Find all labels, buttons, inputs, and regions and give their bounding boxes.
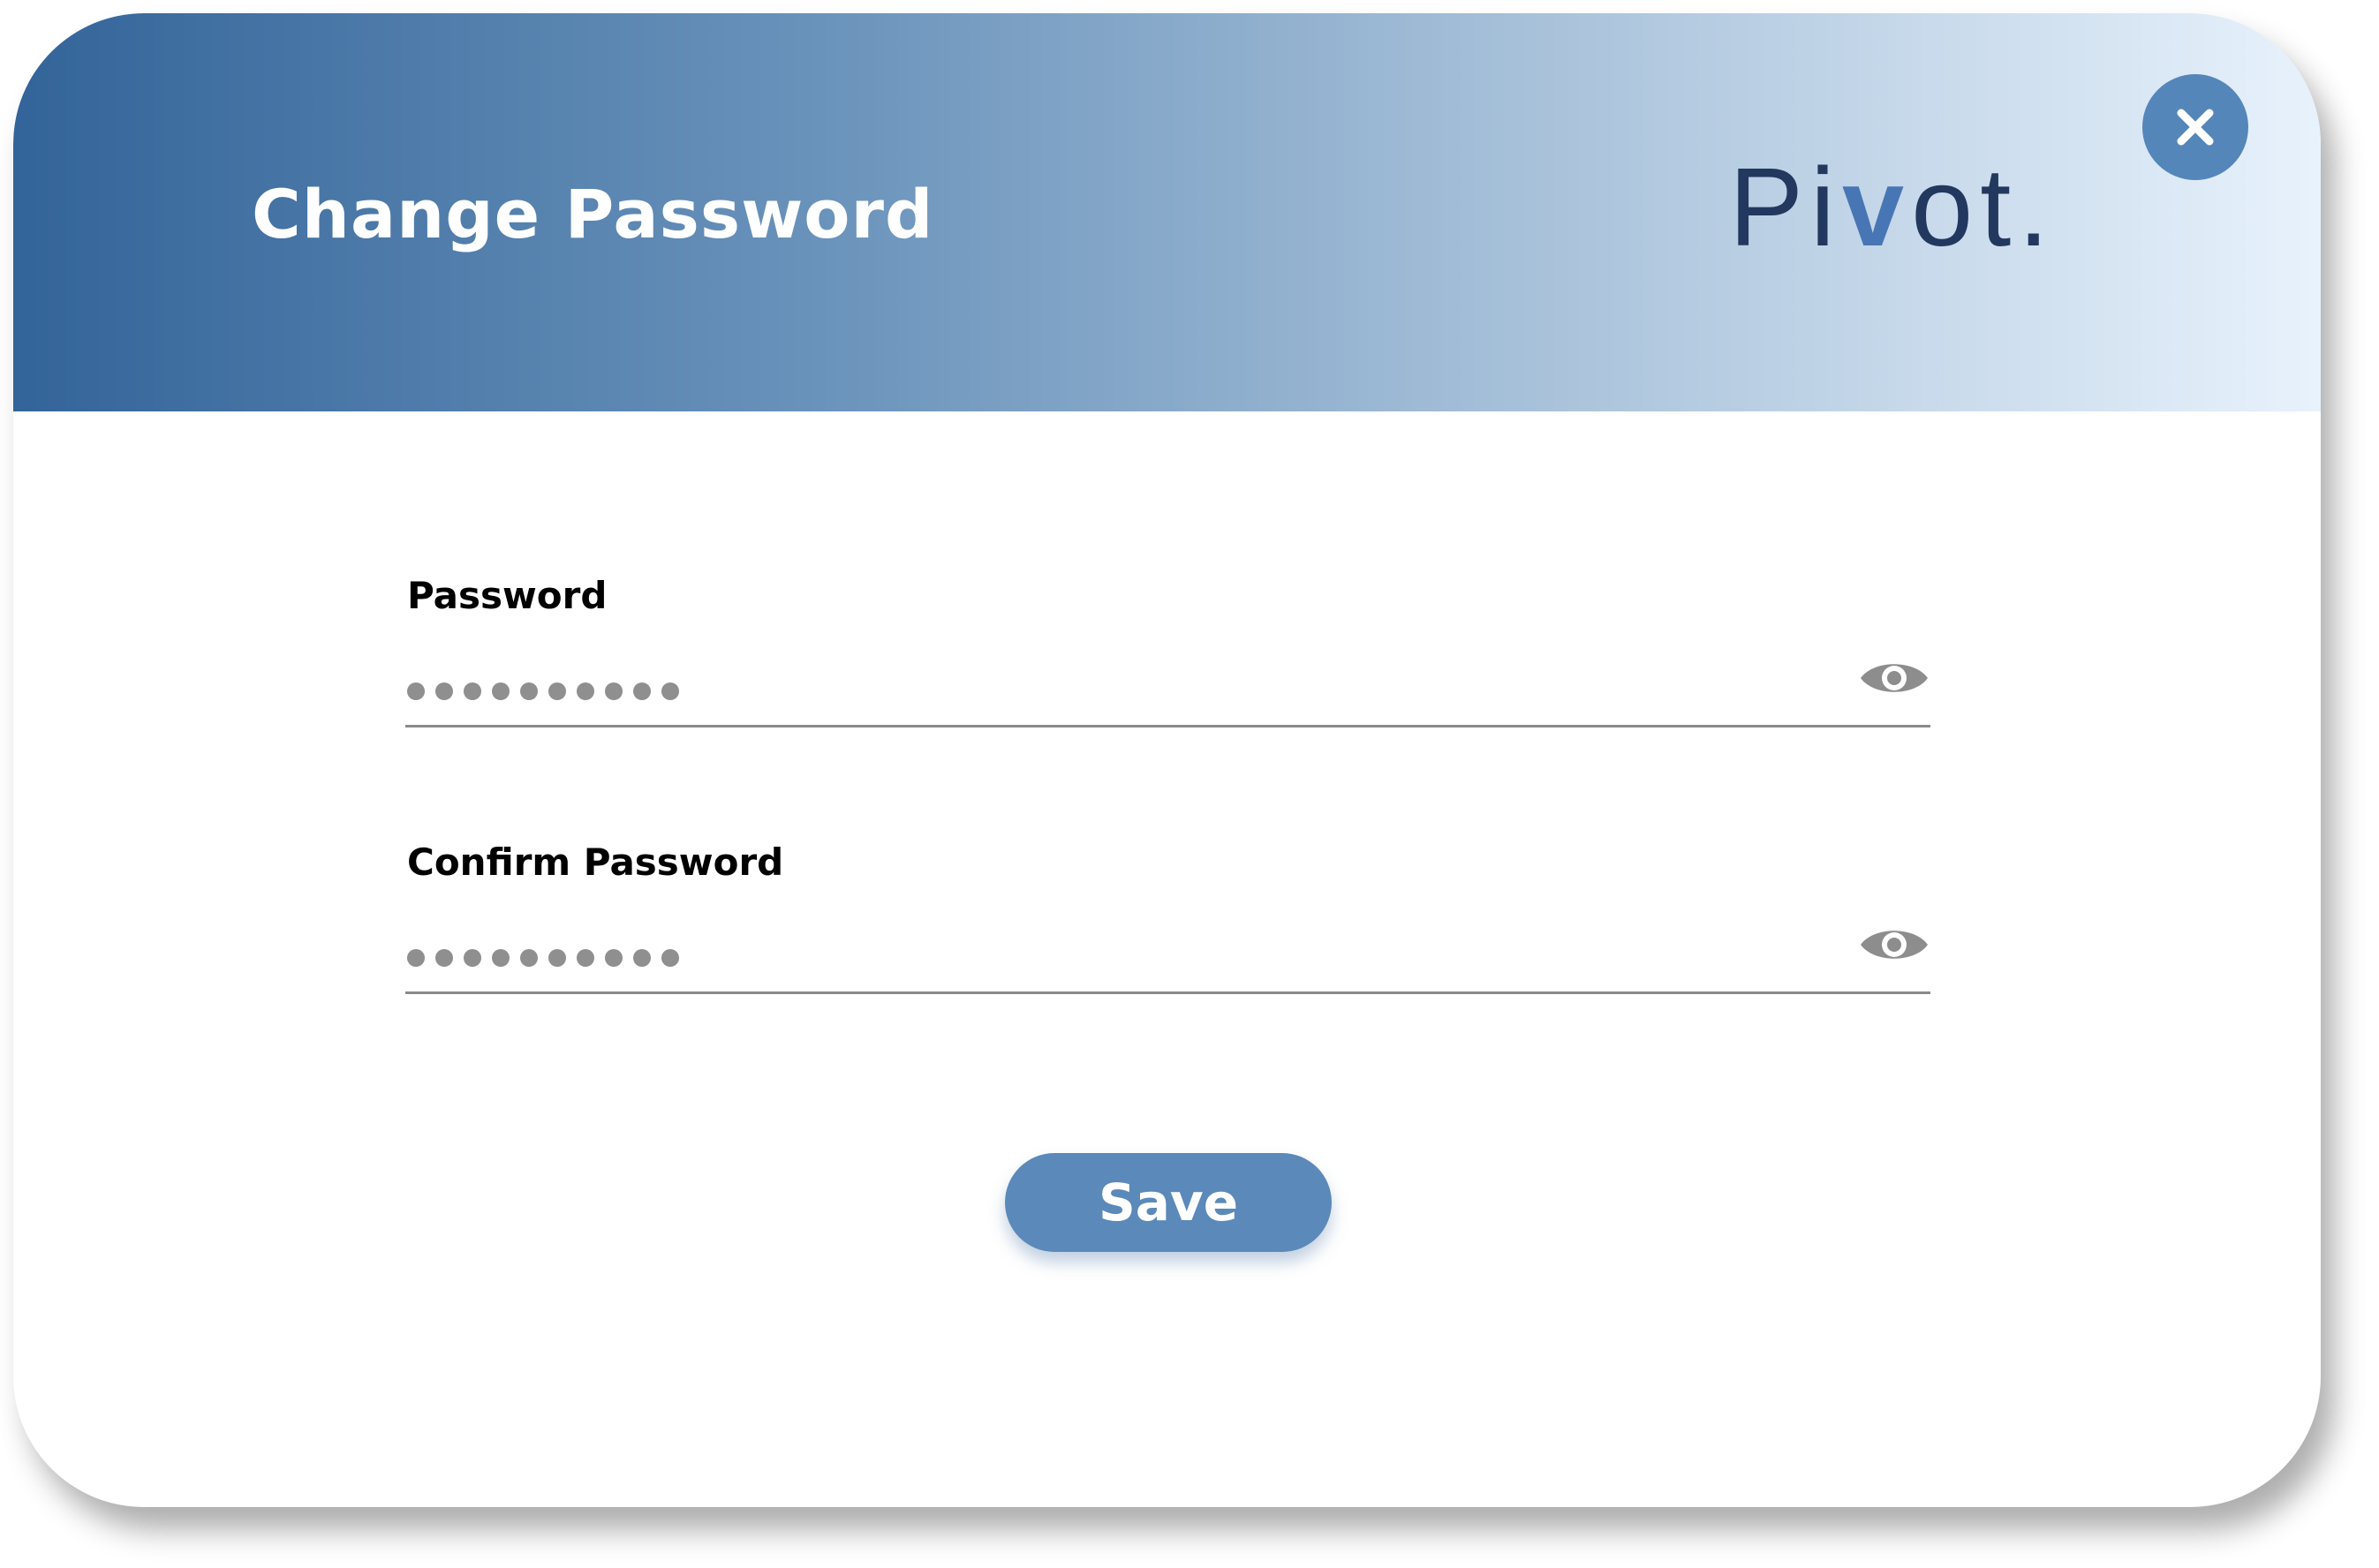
eye-icon[interactable]	[1858, 923, 1930, 967]
password-input[interactable]	[405, 645, 1930, 727]
mask-dot	[605, 682, 623, 700]
mask-dot	[435, 949, 453, 967]
mask-dot	[435, 682, 453, 700]
brand-logo: Pivot.	[1729, 152, 2056, 263]
mask-dot	[605, 949, 623, 967]
brand-logo-prefix: Pi	[1729, 145, 1843, 269]
mask-dot	[464, 682, 481, 700]
mask-dot	[520, 682, 538, 700]
password-label: Password	[407, 574, 608, 617]
confirm-password-input[interactable]	[405, 912, 1930, 994]
close-icon	[2177, 109, 2214, 146]
mask-dot	[633, 949, 651, 967]
confirm-password-masked-value	[407, 949, 679, 967]
mask-dot	[661, 682, 679, 700]
mask-dot	[464, 949, 481, 967]
mask-dot	[548, 682, 566, 700]
dialog-title: Change Password	[252, 175, 934, 253]
close-button[interactable]	[2142, 74, 2248, 180]
mask-dot	[577, 949, 594, 967]
mask-dot	[407, 682, 425, 700]
mask-dot	[548, 949, 566, 967]
mask-dot	[492, 682, 510, 700]
mask-dot	[492, 949, 510, 967]
mask-dot	[633, 682, 651, 700]
eye-icon[interactable]	[1858, 656, 1930, 700]
change-password-dialog: Change Password Pivot. Password Confirm …	[13, 13, 2321, 1507]
mask-dot	[520, 949, 538, 967]
confirm-password-label: Confirm Password	[407, 841, 784, 884]
mask-dot	[661, 949, 679, 967]
mask-dot	[577, 682, 594, 700]
mask-dot	[407, 949, 425, 967]
brand-logo-suffix: ot.	[1911, 145, 2057, 269]
dialog-header: Change Password Pivot.	[13, 13, 2321, 411]
password-masked-value	[407, 682, 679, 700]
brand-logo-accent: v	[1842, 145, 1912, 269]
save-button[interactable]: Save	[1005, 1153, 1332, 1252]
